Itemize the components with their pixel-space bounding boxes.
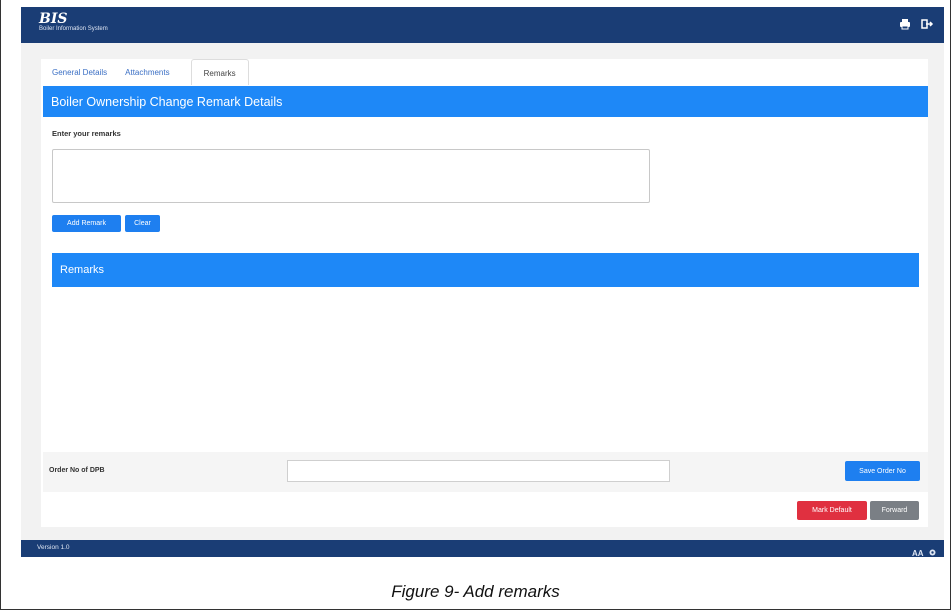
remarks-section-header: Remarks xyxy=(52,253,919,287)
settings-icon[interactable] xyxy=(928,544,937,562)
tab-attachments[interactable]: Attachments xyxy=(116,59,178,85)
footer-actions: AA xyxy=(912,544,937,562)
app-logo[interactable]: BIS Boiler Information System xyxy=(39,11,108,33)
panel-title: Boiler Ownership Change Remark Details xyxy=(43,86,928,117)
svg-text:AA: AA xyxy=(912,549,924,557)
text-size-icon[interactable]: AA xyxy=(912,544,924,562)
remarks-label: Enter your remarks xyxy=(52,129,121,138)
printer-icon[interactable] xyxy=(898,17,912,31)
version-text: Version 1.0 xyxy=(37,544,70,551)
top-actions xyxy=(898,17,934,31)
top-navbar: BIS Boiler Information System xyxy=(21,7,944,43)
order-no-input[interactable] xyxy=(287,460,670,482)
app-footer: Version 1.0 AA xyxy=(21,540,944,558)
save-order-button[interactable]: Save Order No xyxy=(845,461,920,481)
remarks-textarea[interactable] xyxy=(52,149,650,203)
logo-subtitle: Boiler Information System xyxy=(39,26,108,32)
figure-caption: Figure 9- Add remarks xyxy=(391,582,560,601)
clear-button[interactable]: Clear xyxy=(125,215,160,232)
logout-icon[interactable] xyxy=(920,17,934,31)
mark-default-button[interactable]: Mark Default xyxy=(797,501,867,520)
tab-general-details[interactable]: General Details xyxy=(43,59,116,85)
tab-remarks[interactable]: Remarks xyxy=(190,59,249,85)
logo-mark: BIS xyxy=(39,11,68,27)
order-no-label: Order No of DPB xyxy=(49,467,105,474)
remarks-list xyxy=(52,287,919,447)
tab-bar: General Details Attachments Remarks xyxy=(43,59,249,85)
forward-button[interactable]: Forward xyxy=(870,501,919,520)
add-remark-button[interactable]: Add Remark xyxy=(52,215,121,232)
